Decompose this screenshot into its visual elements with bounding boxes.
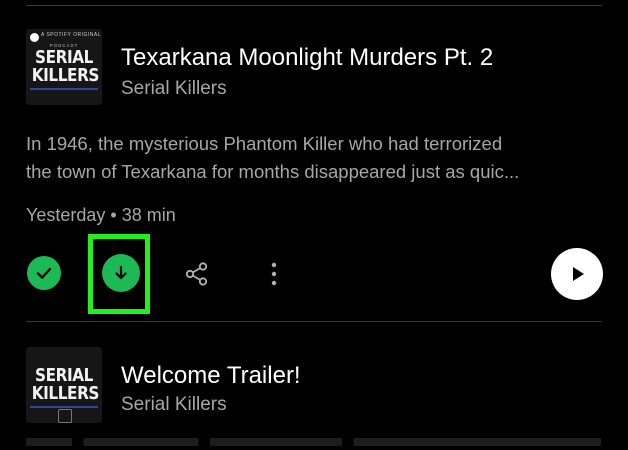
episode-divider (26, 321, 602, 322)
share-icon (185, 262, 208, 286)
share-button[interactable] (182, 259, 212, 289)
episode-title[interactable]: Texarkana Moonlight Murders Pt. 2 (121, 44, 493, 72)
cover-title-line2: KILLERS (31, 65, 100, 86)
play-button[interactable] (551, 248, 603, 300)
top-divider (26, 5, 602, 6)
check-icon (36, 267, 52, 279)
play-icon (573, 267, 584, 281)
cover-title-line2: KILLERS (31, 383, 100, 404)
more-options-button[interactable] (262, 259, 286, 289)
episode-meta: Yesterday • 38 min (26, 205, 176, 225)
cover-seal-icon (58, 409, 72, 423)
episode-title[interactable]: Welcome Trailer! (121, 362, 301, 390)
episode-description-line2: the town of Texarkana for months disappe… (26, 161, 520, 182)
cover-title: SERIAL KILLERS (31, 49, 100, 86)
more-vertical-icon (271, 262, 277, 286)
spotify-logo-icon (30, 33, 39, 42)
episode-cover-art[interactable]: A SPOTIFY ORIGINAL PODCAST SERIAL KILLER… (26, 29, 102, 105)
download-arrow-icon (115, 265, 127, 280)
cover-stripe (30, 406, 98, 408)
episode-description-line1: In 1946, the mysterious Phantom Killer w… (26, 133, 503, 154)
episode-cover-art[interactable]: SERIAL KILLERS (26, 347, 102, 423)
episode-description: In 1946, the mysterious Phantom Killer w… (26, 130, 606, 186)
download-button[interactable] (102, 254, 140, 292)
cover-top-label: A SPOTIFY ORIGINAL (41, 32, 102, 38)
episode-show-name[interactable]: Serial Killers (121, 78, 227, 100)
cover-title: SERIAL KILLERS (31, 367, 100, 404)
episode-show-name[interactable]: Serial Killers (121, 394, 227, 416)
episode-description-cutoff (26, 438, 601, 446)
added-to-library-button[interactable] (27, 256, 61, 290)
cover-stripe (30, 88, 98, 90)
